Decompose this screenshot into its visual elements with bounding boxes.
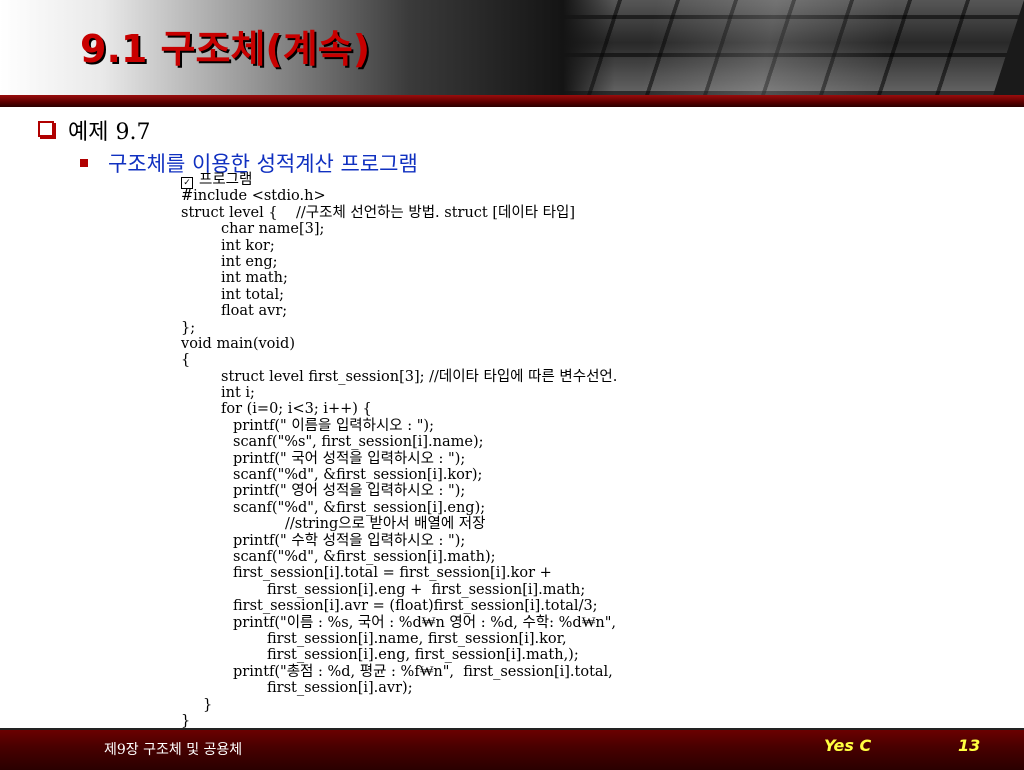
checkbox-bullet-icon: [38, 121, 54, 137]
code-line: int total;: [221, 286, 284, 303]
code-line: first_session[i].avr);: [267, 680, 413, 697]
level1-text: 예제 9.7: [68, 120, 151, 145]
code-line: first_session[i].avr = (float)first_sess…: [233, 598, 598, 615]
code-line: printf("이름 : %s, 국어 : %d₩n 영어 : %d, 수학: …: [233, 614, 617, 631]
code-line: int math;: [221, 270, 288, 287]
code-line: printf(" 국어 성적을 입력하시오 : ");: [233, 450, 466, 467]
slide-title: 9.1 구조체(계속): [80, 27, 371, 71]
code-line: scanf("%d", &first_session[i].kor);: [233, 467, 483, 484]
code-line: printf(" 영어 성적을 입력하시오 : ");: [233, 483, 466, 500]
footer-bar: 제9장 구조체 및 공용체 Yes C 13: [0, 728, 1024, 770]
code-line: struct level { //구조체 선언하는 방법. struct [데이…: [181, 204, 575, 221]
code-line: int eng;: [221, 253, 278, 270]
code-line: float avr;: [221, 303, 288, 320]
code-line: //string으로 받아서 배열에 저장: [285, 516, 486, 533]
code-line: printf(" 수학 성적을 입력하시오 : ");: [233, 532, 466, 549]
code-line: int i;: [221, 385, 255, 402]
code-line: scanf("%d", &first_session[i].eng);: [233, 499, 486, 516]
code-line: void main(void): [181, 335, 295, 352]
code-heading-text: 프로그램: [199, 172, 253, 188]
code-heading: ✓ 프로그램: [181, 172, 617, 189]
code-line: first_session[i].eng + first_session[i].…: [267, 581, 586, 598]
code-line: struct level first_session[3]; //데이타 타입에…: [221, 368, 618, 385]
code-line: first_session[i].eng, first_session[i].m…: [267, 647, 579, 664]
code-line: };: [181, 319, 196, 336]
code-line: char name[3];: [221, 221, 325, 238]
code-line: scanf("%d", &first_session[i].math);: [233, 548, 496, 565]
code-block: ✓ 프로그램 #include <stdio.h> struct level { /…: [181, 172, 617, 729]
code-line: scanf("%s", first_session[i].name);: [233, 434, 484, 451]
code-line: #include <stdio.h>: [181, 188, 326, 205]
code-line: printf("총점 : %d, 평균 : %f₩n", first_sessi…: [233, 663, 613, 680]
code-line: first_session[i].name, first_session[i].…: [267, 630, 567, 647]
code-line: printf(" 이름을 입력하시오 : ");: [233, 417, 434, 434]
bullet-level1: 예제 9.7: [38, 114, 150, 146]
footer-brand: Yes C: [824, 736, 872, 755]
square-bullet-icon: [80, 159, 88, 167]
footer-chapter: 제9장 구조체 및 공용체: [104, 742, 243, 758]
code-line: }: [181, 712, 191, 729]
checkmark-box-icon: ✓: [181, 177, 193, 189]
code-line: first_session[i].total = first_session[i…: [233, 565, 552, 582]
title-underline-bar: [0, 95, 1024, 107]
code-line: int kor;: [221, 237, 275, 254]
footer-page-number: 13: [958, 736, 981, 755]
code-line: }: [203, 696, 213, 713]
code-line: {: [181, 352, 191, 369]
code-line: for (i=0; i<3; i++) {: [221, 401, 372, 418]
